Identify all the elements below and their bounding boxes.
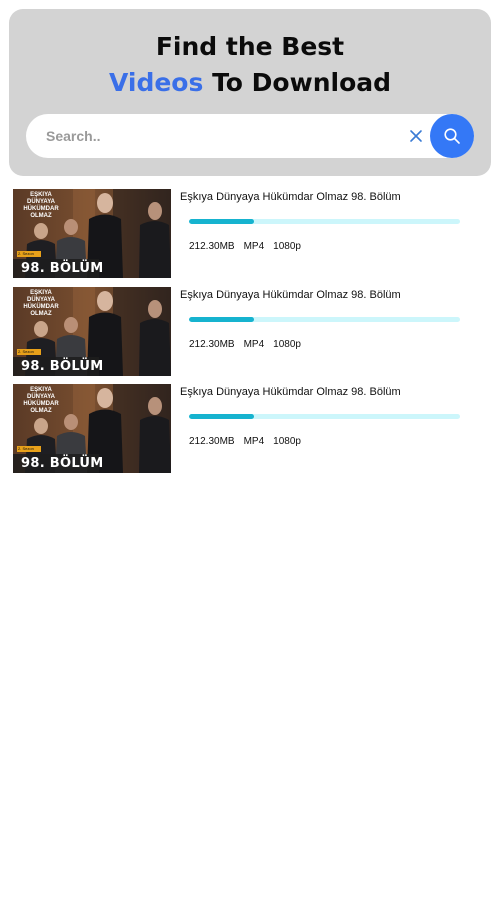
video-meta: 212.30MB MP4 1080p <box>189 339 310 350</box>
video-item[interactable]: EŞKIYA DÜNYAYA HÜKÜMDAR OLMAZ 2. Sezon 9… <box>13 384 473 473</box>
thumbnail-logo-text: EŞKIYA DÜNYAYA HÜKÜMDAR OLMAZ <box>23 387 59 414</box>
close-icon[interactable] <box>409 129 423 143</box>
video-thumbnail[interactable]: EŞKIYA DÜNYAYA HÜKÜMDAR OLMAZ 2. Sezon 9… <box>13 384 171 473</box>
download-progress-bar <box>189 316 460 322</box>
file-format: MP4 <box>243 436 265 447</box>
video-meta: 212.30MB MP4 1080p <box>189 241 310 252</box>
hero-banner: Find the Best Videos To Download <box>9 9 491 176</box>
download-progress-fill <box>189 316 255 322</box>
video-thumbnail[interactable]: EŞKIYA DÜNYAYA HÜKÜMDAR OLMAZ 2. Sezon 9… <box>13 286 171 376</box>
thumbnail-caption: 98. BÖLÜM <box>21 358 104 374</box>
video-resolution: 1080p <box>273 338 301 350</box>
search-button[interactable] <box>430 114 474 158</box>
search-icon <box>444 128 460 144</box>
download-progress-fill <box>189 414 255 419</box>
thumbnail-caption: 98. BÖLÜM <box>21 261 104 276</box>
video-title[interactable]: Eşkıya Dünyaya Hükümdar Olmaz 98. Bölüm <box>180 386 401 398</box>
page-title: Find the Best Videos To Download <box>9 29 491 101</box>
file-size: 212.30MB <box>189 436 235 447</box>
video-title[interactable]: Eşkıya Dünyaya Hükümdar Olmaz 98. Bölüm <box>180 289 401 301</box>
download-progress-bar <box>189 219 460 224</box>
thumbnail-caption: 98. BÖLÜM <box>21 456 104 471</box>
title-rest: To Download <box>203 68 392 97</box>
video-item[interactable]: EŞKIYA DÜNYAYA HÜKÜMDAR OLMAZ 2. Sezon 9… <box>13 286 473 376</box>
download-progress-fill <box>189 219 255 224</box>
file-format: MP4 <box>243 338 265 350</box>
video-item[interactable]: EŞKIYA DÜNYAYA HÜKÜMDAR OLMAZ 2. Sezon 9… <box>13 189 473 278</box>
file-size: 212.30MB <box>189 338 235 350</box>
thumbnail-logo-text: EŞKIYA DÜNYAYA HÜKÜMDAR OLMAZ <box>23 289 59 317</box>
thumbnail-season-badge: 2. Sezon <box>18 251 34 256</box>
thumbnail-logo-text: EŞKIYA DÜNYAYA HÜKÜMDAR OLMAZ <box>23 192 59 219</box>
video-resolution: 1080p <box>273 241 301 252</box>
title-line-1: Find the Best <box>155 32 345 61</box>
video-resolution: 1080p <box>273 436 301 447</box>
thumbnail-season-badge: 2. Sezon <box>18 446 34 451</box>
video-thumbnail[interactable]: EŞKIYA DÜNYAYA HÜKÜMDAR OLMAZ 2. Sezon 9… <box>13 189 171 278</box>
video-list: EŞKIYA DÜNYAYA HÜKÜMDAR OLMAZ 2. Sezon 9… <box>13 189 473 482</box>
video-title[interactable]: Eşkıya Dünyaya Hükümdar Olmaz 98. Bölüm <box>180 191 401 203</box>
download-progress-bar <box>189 414 460 419</box>
thumbnail-season-badge: 2. Sezon <box>18 348 34 354</box>
search-input[interactable] <box>46 114 396 158</box>
file-format: MP4 <box>243 241 265 252</box>
search-bar <box>26 114 474 158</box>
file-size: 212.30MB <box>189 241 235 252</box>
title-accent-word: Videos <box>108 68 204 97</box>
video-meta: 212.30MB MP4 1080p <box>189 436 310 447</box>
